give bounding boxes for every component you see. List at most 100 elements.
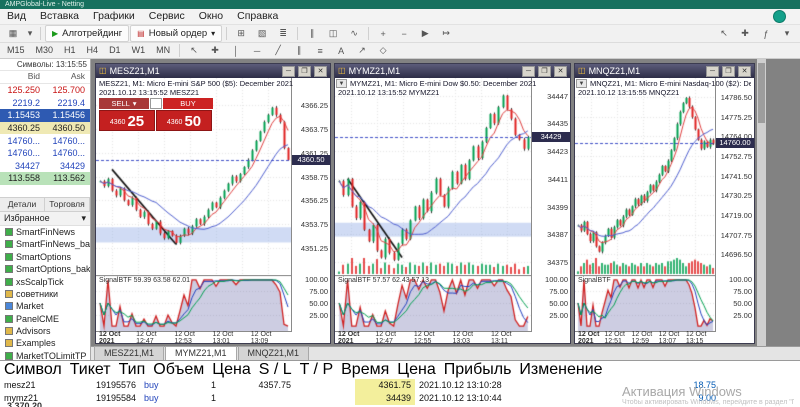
new-order-button[interactable]: ▤ Новый ордер ▾ <box>130 25 223 42</box>
one-click-sell-button[interactable]: SELL ▾ <box>99 98 149 109</box>
price-axis[interactable]: 4366.25 4363.75 4361.25 4358.75 4356.25 4353.… <box>291 78 330 331</box>
chart-tab-0[interactable]: MESZ21,M1 <box>94 346 165 360</box>
trade-col-header-6[interactable]: T / P <box>296 361 338 378</box>
timeframe-m30-button[interactable]: M30 <box>31 43 59 58</box>
timeframe-mn-button[interactable]: MN <box>151 43 175 58</box>
restore-button[interactable]: ❐ <box>538 65 551 77</box>
chart-window-0[interactable]: ◫ MESZ21,M1 ─ ❐ ✕ 4366.25 4363.75 4361.25 4358.7… <box>95 63 331 344</box>
chart-tab-2[interactable]: MNQZ21,M1 <box>237 346 310 360</box>
navigator-item-2[interactable]: SmartOptions <box>0 251 90 263</box>
bars-mode-icon[interactable]: ∥ <box>302 25 322 42</box>
one-click-expand-icon[interactable]: ▼ <box>576 79 587 88</box>
sell-price-box[interactable]: 4360 25 <box>99 110 155 131</box>
line-mode-icon[interactable]: ∿ <box>344 25 364 42</box>
navigator-item-6[interactable]: Market <box>0 300 90 312</box>
trendline-icon[interactable]: ╱ <box>268 42 288 59</box>
one-click-buy-button[interactable]: BUY <box>163 98 213 109</box>
trade-col-header-3[interactable]: Объем <box>149 361 208 378</box>
trade-col-header-2[interactable]: Тип <box>115 361 150 378</box>
trade-col-header-1[interactable]: Тикет <box>66 361 115 378</box>
community-icon[interactable] <box>773 10 786 23</box>
zoom-in-icon[interactable]: + <box>373 25 393 42</box>
timeframe-m15-button[interactable]: M15 <box>2 43 30 58</box>
menu-item-4[interactable]: Окно <box>192 9 230 24</box>
price-chart-canvas[interactable] <box>575 78 716 275</box>
restore-button[interactable]: ❐ <box>722 65 735 77</box>
table-row[interactable]: mesz21 19195576 buy 1 4357.75 4361.75 2021.10.… <box>0 379 800 392</box>
objects-dropdown-icon[interactable]: ▾ <box>777 25 797 42</box>
cursor-icon[interactable]: ↖ <box>714 25 734 42</box>
chart-window-titlebar[interactable]: ◫ MYMZ21,M1 ─ ❐ ✕ <box>335 64 570 78</box>
menu-item-0[interactable]: Вид <box>0 9 33 24</box>
navigator-item-4[interactable]: xsScalpTick <box>0 275 90 287</box>
trade-col-header-7[interactable]: Время <box>337 361 393 378</box>
trade-col-header-0[interactable]: Символ <box>0 361 66 378</box>
tile-windows-icon[interactable]: ⊞ <box>231 25 251 42</box>
chart-window-titlebar[interactable]: ◫ MNQZ21,M1 ─ ❐ ✕ <box>575 64 754 78</box>
market-watch-row[interactable]: 14760... 14760... <box>0 147 90 160</box>
minimize-button[interactable]: ─ <box>522 65 535 77</box>
timeframe-d1-button[interactable]: D1 <box>104 43 126 58</box>
equidistant-channel-icon[interactable]: ∥ <box>289 42 309 59</box>
new-chart-icon[interactable]: ▦ <box>3 25 23 42</box>
trade-col-header-9[interactable]: Прибыль <box>440 361 516 378</box>
navigator-item-10[interactable]: MarketTOLimitTP <box>0 350 90 360</box>
market-watch-tab-1[interactable]: Торговля <box>45 197 90 211</box>
crosshair-icon[interactable]: ✚ <box>205 42 225 59</box>
trade-col-header-5[interactable]: S / L <box>255 361 296 378</box>
navigator-item-7[interactable]: PanelCME <box>0 312 90 324</box>
window-titlebar[interactable]: AMPGlobal-Live - Netting <box>0 0 800 9</box>
menu-item-1[interactable]: Вставка <box>33 9 86 24</box>
one-click-expand-icon[interactable]: ▼ <box>336 79 347 88</box>
table-row[interactable]: mymz21 19195584 buy 1 34439 2021.10.12 13:10:… <box>0 392 800 405</box>
text-label-icon[interactable]: A <box>331 42 351 59</box>
zoom-out-icon[interactable]: − <box>394 25 414 42</box>
market-watch-tab-0[interactable]: Детали <box>0 197 45 211</box>
close-button[interactable]: ✕ <box>738 65 751 77</box>
market-watch-row[interactable]: 34427 34429 <box>0 160 90 173</box>
close-button[interactable]: ✕ <box>314 65 327 77</box>
workspace-scrollbar[interactable] <box>757 59 766 346</box>
buy-price-box[interactable]: 4360 50 <box>156 110 212 131</box>
candles-mode-icon[interactable]: ◫ <box>323 25 343 42</box>
market-depth-icon[interactable]: ≣ <box>273 25 293 42</box>
navigator-item-3[interactable]: SmartOptions_bak <box>0 263 90 275</box>
chart-body[interactable]: 4366.25 4363.75 4361.25 4358.75 4356.25 4353.… <box>96 78 330 343</box>
market-watch-row[interactable]: 2219.2 2219.4 <box>0 97 90 110</box>
timeframe-h4-button[interactable]: H4 <box>82 43 104 58</box>
price-axis[interactable]: 14786.50 14775.25 14764.00 14752.75 14741.50… <box>715 78 754 331</box>
horizontal-line-icon[interactable]: ─ <box>247 42 267 59</box>
crosshair-icon[interactable]: ✚ <box>735 25 755 42</box>
restore-button[interactable]: ❐ <box>298 65 311 77</box>
chart-body[interactable]: 14786.50 14775.25 14764.00 14752.75 14741.50… <box>575 78 754 343</box>
chart-window-1[interactable]: ◫ MYMZ21,M1 ─ ❐ ✕ 34447 34435 34423 34411 34399 34… <box>334 63 571 344</box>
navigator-header[interactable]: Избранное ▾ <box>0 211 90 226</box>
timeframe-w1-button[interactable]: W1 <box>127 43 151 58</box>
indicators-icon[interactable]: ƒ <box>756 25 776 42</box>
trade-col-header-8[interactable]: Цена <box>393 361 439 378</box>
market-watch-row[interactable]: 113.558 113.562 <box>0 172 90 185</box>
navigator-item-9[interactable]: Examples <box>0 337 90 349</box>
chart-tab-1[interactable]: MYMZ21,M1 <box>165 346 237 360</box>
menu-item-5[interactable]: Справка <box>230 9 285 24</box>
scrollbar-thumb[interactable] <box>758 63 765 123</box>
timeframe-h1-button[interactable]: H1 <box>59 43 81 58</box>
chart-shift-icon[interactable]: ↦ <box>436 25 456 42</box>
market-watch-row[interactable]: 4360.25 4360.50 <box>0 121 90 135</box>
new-chart-dropdown-icon[interactable]: ▾ <box>24 25 36 42</box>
price-axis[interactable]: 34447 34435 34423 34411 34399 34387 34375 34429… <box>531 78 570 331</box>
minimize-button[interactable]: ─ <box>706 65 719 77</box>
chart-window-titlebar[interactable]: ◫ MESZ21,M1 ─ ❐ ✕ <box>96 64 330 78</box>
market-watch-row[interactable]: 125.250 125.700 <box>0 84 90 97</box>
chart-body[interactable]: 34447 34435 34423 34411 34399 34387 34375 34429… <box>335 78 570 343</box>
navigator-item-0[interactable]: SmartFinNews <box>0 226 90 238</box>
navigator-item-5[interactable]: советники <box>0 288 90 300</box>
one-click-volume-field[interactable] <box>150 98 162 109</box>
navigator-item-8[interactable]: Advisors <box>0 325 90 337</box>
trade-col-header-4[interactable]: Цена <box>208 361 254 378</box>
shapes-icon[interactable]: ◇ <box>373 42 393 59</box>
cursor-icon[interactable]: ↖ <box>184 42 204 59</box>
auto-scroll-icon[interactable]: ▶ <box>415 25 435 42</box>
fibonacci-icon[interactable]: ≡ <box>310 42 330 59</box>
market-watch-row[interactable]: 14760... 14760... <box>0 134 90 147</box>
